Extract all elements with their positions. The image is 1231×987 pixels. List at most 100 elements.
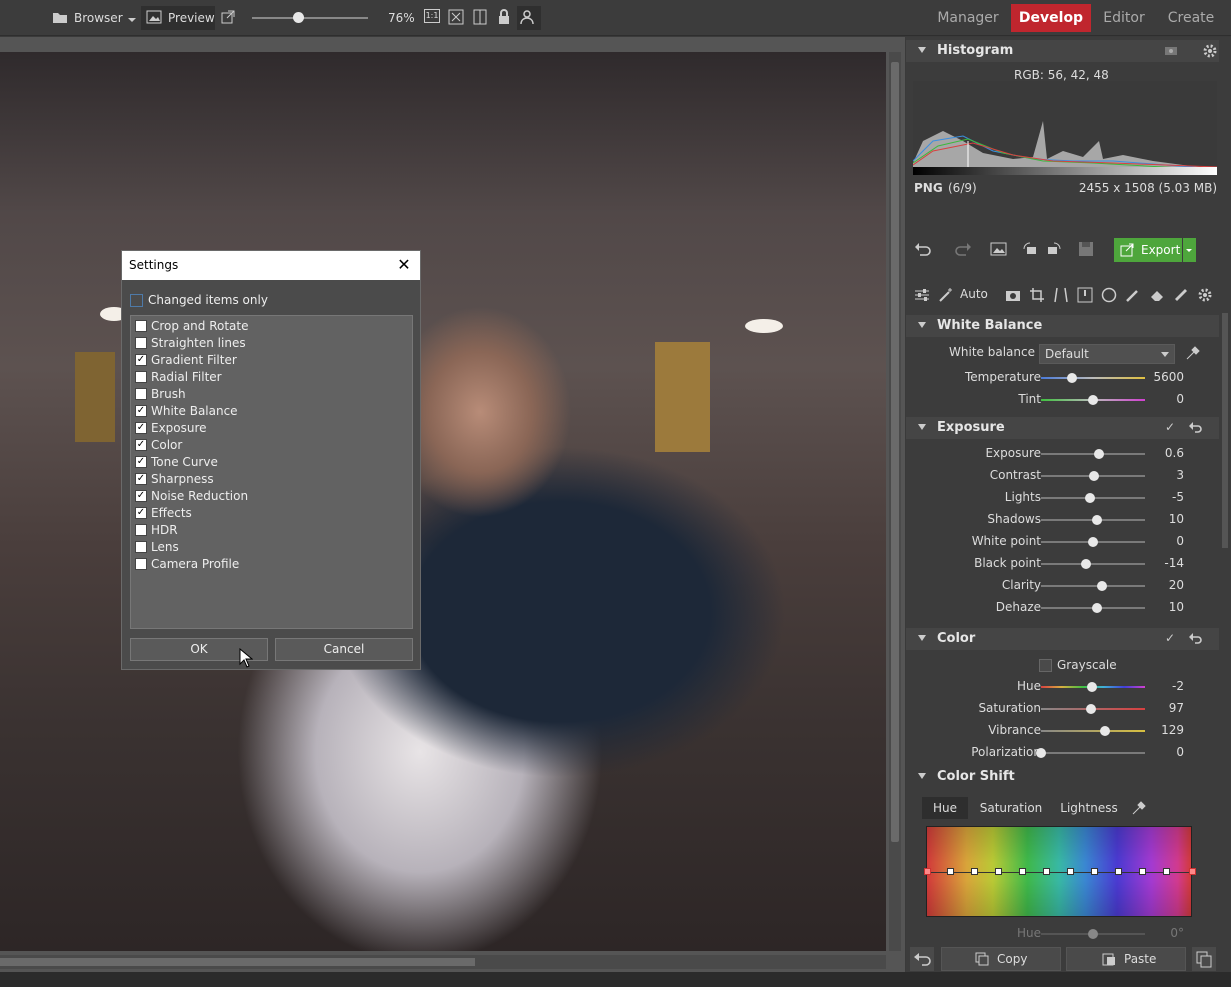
setting-checkbox[interactable]: [135, 320, 147, 332]
radial-filter-icon[interactable]: [1101, 287, 1117, 306]
horizontal-scrollbar[interactable]: [0, 955, 886, 969]
tab-hue[interactable]: Hue: [922, 797, 968, 819]
paste-button[interactable]: Paste: [1066, 947, 1186, 971]
grayscale-checkbox[interactable]: [1039, 659, 1052, 672]
external-window-icon[interactable]: [220, 9, 236, 25]
tab-editor[interactable]: Editor: [1096, 4, 1152, 32]
export-dropdown[interactable]: [1183, 238, 1196, 262]
save-icon[interactable]: [1078, 241, 1096, 260]
black-point-knob[interactable]: [1080, 559, 1091, 569]
zoom-slider[interactable]: [252, 17, 368, 19]
setting-checkbox[interactable]: [135, 558, 147, 570]
hue-control-point[interactable]: [947, 868, 954, 875]
tab-develop[interactable]: Develop: [1011, 4, 1091, 32]
hue-control-point[interactable]: [1043, 868, 1050, 875]
export-button[interactable]: Export: [1114, 238, 1182, 262]
setting-checkbox[interactable]: ✓: [135, 507, 147, 519]
white-balance-select[interactable]: Default: [1039, 344, 1175, 364]
gear-icon[interactable]: [1202, 43, 1218, 62]
preview-button[interactable]: Preview: [168, 7, 215, 29]
folder-icon[interactable]: [52, 9, 68, 25]
tint-knob[interactable]: [1088, 395, 1098, 405]
hue-control-point[interactable]: [1163, 868, 1170, 875]
exposure-enable-check[interactable]: ✓: [1165, 421, 1177, 433]
hue-control-point[interactable]: [1019, 868, 1026, 875]
setting-checkbox[interactable]: [135, 524, 147, 536]
hue-control-point[interactable]: [1115, 868, 1122, 875]
copy-settings-icon[interactable]: [1192, 947, 1216, 971]
polarization-slider[interactable]: [1041, 752, 1145, 754]
reset-icon[interactable]: [1188, 631, 1202, 648]
lock-icon[interactable]: [496, 9, 512, 25]
hue-shift-knob[interactable]: [1088, 929, 1098, 939]
white-balance-header[interactable]: White Balance: [906, 315, 1219, 337]
eraser-icon[interactable]: [1149, 287, 1165, 306]
white-point-knob[interactable]: [1088, 537, 1098, 547]
setting-checkbox[interactable]: [135, 541, 147, 553]
polarization-knob[interactable]: [1036, 748, 1046, 758]
hue-control-point[interactable]: [924, 868, 931, 875]
hue-knob[interactable]: [1086, 682, 1097, 692]
black-point-slider[interactable]: [1041, 563, 1145, 565]
copy-button[interactable]: Copy: [941, 947, 1061, 971]
crop-icon[interactable]: [1029, 287, 1045, 306]
setting-checkbox[interactable]: ✓: [135, 456, 147, 468]
setting-checkbox[interactable]: ✓: [135, 439, 147, 451]
color-header[interactable]: Color ✓: [906, 628, 1219, 650]
one-to-one-button[interactable]: 1:1: [424, 9, 440, 23]
hue-control-point[interactable]: [1139, 868, 1146, 875]
hue-shift-grid[interactable]: [924, 826, 1196, 917]
tab-create[interactable]: Create: [1160, 4, 1222, 32]
tab-manager[interactable]: Manager: [930, 4, 1006, 32]
eyedropper-icon[interactable]: [1185, 345, 1201, 364]
vibrance-knob[interactable]: [1100, 726, 1111, 736]
eyedropper-icon[interactable]: [1131, 800, 1147, 819]
setting-checkbox[interactable]: [135, 371, 147, 383]
gear-icon[interactable]: [1197, 287, 1213, 306]
rotate-right-icon[interactable]: [1046, 241, 1062, 260]
dehaze-knob[interactable]: [1092, 603, 1103, 613]
brush-icon[interactable]: [1125, 287, 1141, 306]
camera-icon[interactable]: [1164, 44, 1178, 59]
temperature-knob[interactable]: [1067, 373, 1078, 383]
exposure-slider[interactable]: [1041, 453, 1145, 455]
cancel-button[interactable]: Cancel: [275, 638, 413, 661]
zoom-slider-knob[interactable]: [293, 12, 305, 23]
contrast-knob[interactable]: [1089, 471, 1100, 481]
exposure-header[interactable]: Exposure ✓: [906, 417, 1219, 439]
undo-icon[interactable]: [914, 241, 932, 260]
saturation-knob[interactable]: [1085, 704, 1096, 714]
color-enable-check[interactable]: ✓: [1165, 632, 1177, 644]
auto-button[interactable]: Auto: [960, 287, 988, 301]
vertical-scrollbar[interactable]: [889, 52, 901, 951]
reset-icon[interactable]: [1188, 420, 1202, 437]
image-icon[interactable]: [990, 241, 1008, 260]
hue-control-point[interactable]: [1091, 868, 1098, 875]
setting-checkbox[interactable]: ✓: [135, 354, 147, 366]
redo-icon[interactable]: [954, 241, 972, 260]
tab-saturation[interactable]: Saturation: [976, 797, 1046, 819]
setting-checkbox[interactable]: ✓: [135, 473, 147, 485]
rotate-left-icon[interactable]: [1022, 241, 1038, 260]
lights-knob[interactable]: [1084, 493, 1095, 503]
setting-checkbox[interactable]: [135, 388, 147, 400]
compare-icon[interactable]: [472, 9, 488, 25]
magic-wand-icon[interactable]: [938, 287, 954, 306]
browser-button[interactable]: Browser: [74, 7, 123, 29]
close-icon[interactable]: ✕: [396, 257, 412, 273]
hue-control-point[interactable]: [1067, 868, 1074, 875]
setting-checkbox[interactable]: ✓: [135, 490, 147, 502]
histogram-header[interactable]: Histogram: [906, 40, 1219, 62]
setting-checkbox[interactable]: ✓: [135, 422, 147, 434]
camera-icon[interactable]: [1005, 287, 1021, 306]
changed-only-checkbox[interactable]: [130, 294, 143, 307]
hue-control-point[interactable]: [1189, 868, 1196, 875]
hue-control-point[interactable]: [995, 868, 1002, 875]
fit-screen-icon[interactable]: [448, 9, 464, 25]
gradient-filter-icon[interactable]: [1077, 287, 1093, 306]
tab-lightness[interactable]: Lightness: [1054, 797, 1124, 819]
undo-button[interactable]: [910, 947, 934, 971]
exposure-knob[interactable]: [1094, 449, 1105, 459]
clarity-slider[interactable]: [1041, 585, 1145, 587]
temperature-slider[interactable]: [1041, 377, 1145, 379]
